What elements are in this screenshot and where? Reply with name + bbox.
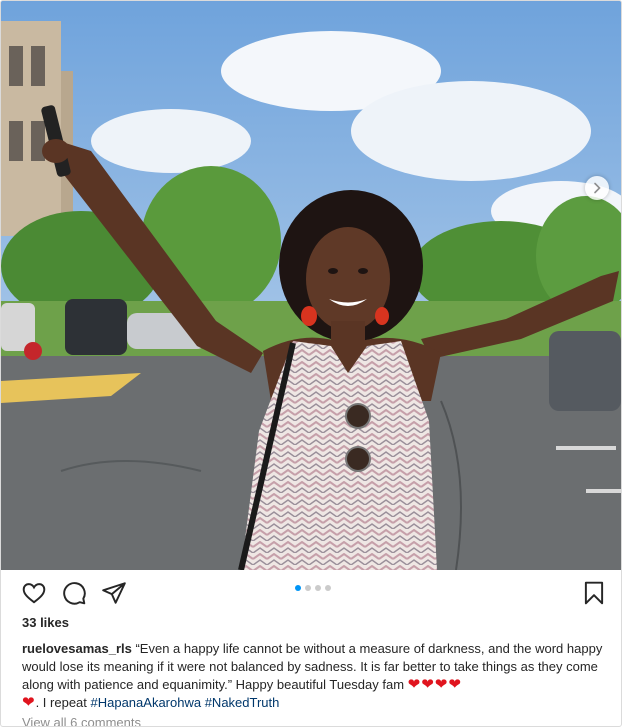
comment-bubble-icon[interactable]	[61, 580, 87, 606]
carousel-dot	[325, 585, 331, 591]
caption-username[interactable]: ruelovesamas_rls	[22, 641, 132, 656]
post-photo-illustration	[1, 1, 621, 570]
chevron-right-icon	[594, 182, 601, 194]
carousel-dot	[315, 585, 321, 591]
carousel-dot	[295, 585, 301, 591]
bookmark-icon[interactable]	[581, 580, 607, 606]
action-bar	[1, 570, 621, 614]
instagram-post: 33 likes ruelovesamas_rls “Even a happy …	[0, 0, 622, 727]
post-photo[interactable]	[1, 1, 621, 570]
view-comments-link[interactable]: View all 6 comments	[22, 715, 141, 726]
post-caption: ruelovesamas_rls “Even a happy life cann…	[22, 640, 607, 712]
likes-count[interactable]: 33 likes	[22, 615, 69, 630]
heart-outline-icon[interactable]	[21, 580, 47, 606]
paper-plane-icon[interactable]	[101, 580, 127, 606]
caption-text-continued: . I repeat	[35, 695, 91, 710]
carousel-indicator	[295, 585, 331, 591]
red-heart-emoji-icon: ❤	[22, 694, 36, 711]
red-heart-emoji-icon: ❤❤❤❤	[407, 676, 462, 693]
carousel-next-button[interactable]	[585, 176, 609, 200]
hashtag-link[interactable]: #NakedTruth	[205, 695, 280, 710]
hashtag-link[interactable]: #HapanaAkarohwa	[91, 695, 202, 710]
carousel-dot	[305, 585, 311, 591]
